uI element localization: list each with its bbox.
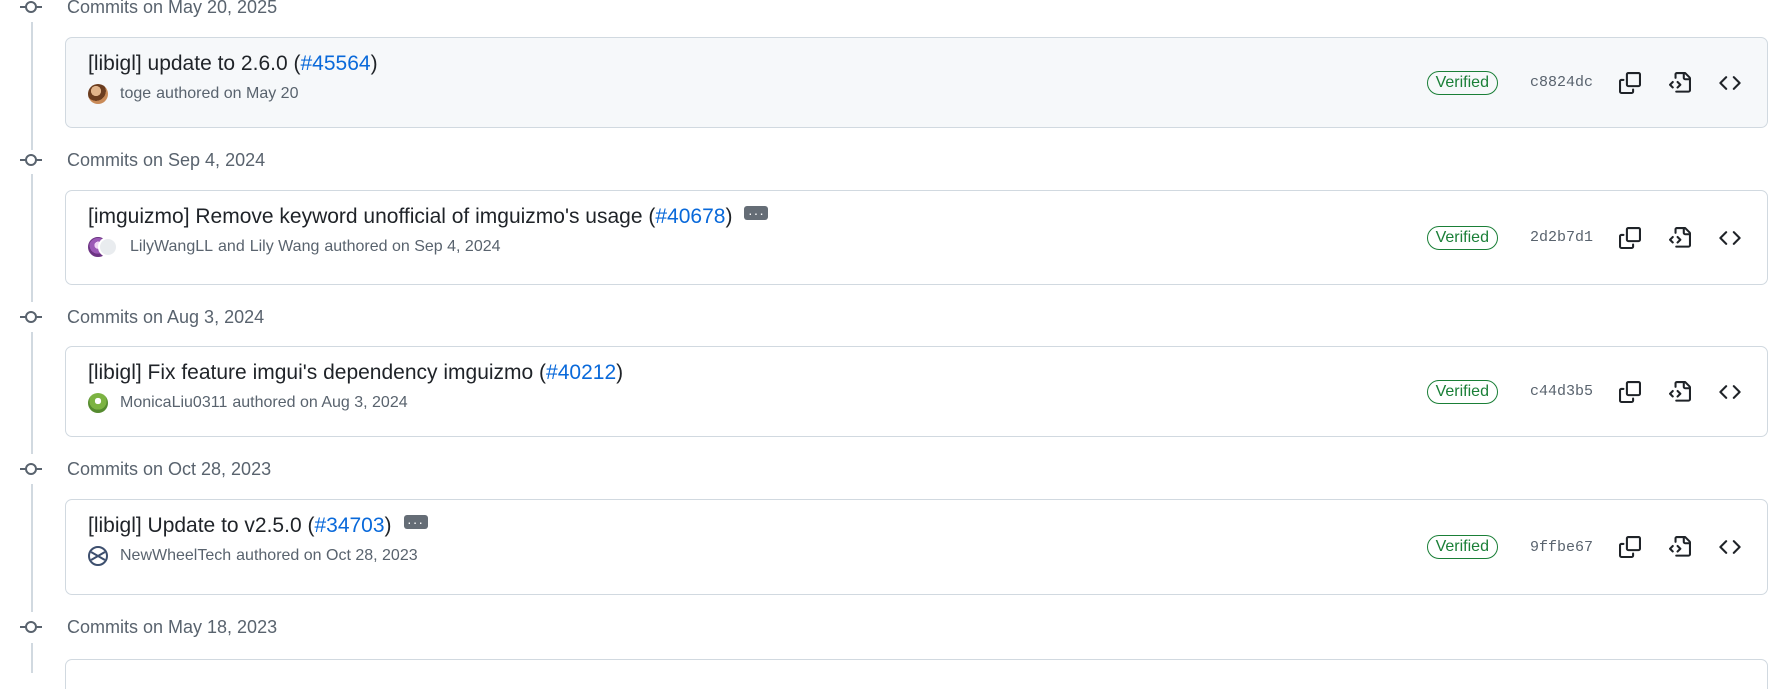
author-join-text: and: [218, 238, 245, 255]
view-file-at-commit-button[interactable]: [1663, 221, 1697, 255]
commit-sha-link[interactable]: 2d2b7d1: [1530, 229, 1593, 246]
copy-icon: [1619, 380, 1641, 403]
copy-icon: [1619, 536, 1641, 558]
timeline-line: [31, 332, 33, 454]
commit-sha-link[interactable]: 9ffbe67: [1530, 539, 1593, 556]
view-file-at-commit-button[interactable]: [1663, 530, 1697, 564]
verified-badge[interactable]: Verified: [1426, 535, 1498, 559]
author-link[interactable]: MonicaLiu0311: [120, 394, 227, 412]
git-commit-icon: [20, 461, 42, 477]
copy-icon: [1619, 226, 1641, 249]
commit-row[interactable]: [libigl] Fix feature imgui's dependency …: [65, 346, 1768, 437]
commit-sha-link[interactable]: c44d3b5: [1530, 383, 1593, 400]
pull-request-link[interactable]: #45564: [300, 52, 370, 75]
commit-group-header: Commits on Sep 4, 2024: [20, 148, 265, 172]
view-file-at-commit-button[interactable]: [1663, 375, 1697, 409]
timeline-line: [31, 22, 33, 150]
code-icon: [1719, 230, 1741, 245]
copy-sha-button[interactable]: [1613, 375, 1647, 409]
copy-sha-button[interactable]: [1613, 221, 1647, 255]
commit-meta-text: authored on Oct 28, 2023: [236, 547, 418, 564]
commit-group-header: Commits on May 18, 2023: [20, 615, 277, 639]
avatar[interactable]: [88, 546, 108, 566]
code-icon: [1719, 384, 1741, 399]
browse-repo-button[interactable]: [1713, 66, 1747, 100]
commit-row[interactable]: [imguizmo] Remove keyword unofficial of …: [65, 190, 1768, 285]
commit-group-header: Commits on Oct 28, 2023: [20, 457, 271, 481]
author-link[interactable]: LilyWangLL: [130, 238, 213, 256]
author-link[interactable]: Lily Wang: [250, 238, 320, 256]
view-file-at-commit-button[interactable]: [1663, 66, 1697, 100]
browse-repo-button[interactable]: [1713, 375, 1747, 409]
copy-icon: [1619, 71, 1641, 94]
commit-row[interactable]: [65, 659, 1768, 689]
expand-description-button[interactable]: ···: [403, 515, 428, 529]
author-link[interactable]: toge: [120, 85, 151, 103]
commit-row[interactable]: [libigl] Update to v2.5.0 (#34703) ··· N…: [65, 499, 1768, 595]
commit-meta-text: authored on May 20: [156, 85, 299, 102]
file-code-icon: [1669, 226, 1691, 248]
avatar[interactable]: [88, 84, 108, 104]
timeline-line: [31, 484, 33, 612]
git-commit-icon: [20, 0, 42, 15]
avatar[interactable]: [88, 393, 108, 413]
commit-timeline: Commits on May 20, 2025 [libigl] update …: [0, 0, 1791, 689]
author-link[interactable]: NewWheelTech: [120, 547, 231, 565]
browse-repo-button[interactable]: [1713, 221, 1747, 255]
verified-badge[interactable]: Verified: [1426, 70, 1498, 95]
copy-sha-button[interactable]: [1613, 530, 1647, 564]
avatar[interactable]: [98, 237, 118, 257]
expand-description-button[interactable]: ···: [744, 206, 769, 220]
verified-badge[interactable]: Verified: [1426, 379, 1498, 404]
commit-title[interactable]: [libigl] Fix feature imgui's dependency …: [88, 361, 623, 385]
group-date-title: Commits on May 20, 2025: [67, 0, 278, 17]
commit-row[interactable]: [libigl] update to 2.6.0 (#45564) toge a…: [65, 37, 1768, 128]
commit-group-header: Commits on Aug 3, 2024: [20, 305, 264, 329]
group-date-title: Commits on Aug 3, 2024: [67, 306, 265, 327]
verified-badge[interactable]: Verified: [1426, 225, 1498, 250]
copy-sha-button[interactable]: [1613, 66, 1647, 100]
git-commit-icon: [20, 309, 42, 325]
group-date-title: Commits on Sep 4, 2024: [67, 149, 266, 170]
file-code-icon: [1669, 536, 1691, 557]
git-commit-icon: [20, 619, 42, 635]
pull-request-link[interactable]: #40212: [546, 361, 616, 384]
pull-request-link[interactable]: #40678: [655, 205, 725, 228]
commit-title[interactable]: [libigl] Update to v2.5.0 (#34703): [88, 514, 392, 538]
commit-meta-text: authored on Aug 3, 2024: [232, 394, 408, 411]
commit-group-header: Commits on May 20, 2025: [20, 0, 277, 19]
pull-request-link[interactable]: #34703: [314, 514, 384, 537]
browse-repo-button[interactable]: [1713, 530, 1747, 564]
file-code-icon: [1669, 71, 1691, 93]
commit-title[interactable]: [imguizmo] Remove keyword unofficial of …: [88, 205, 732, 229]
timeline-line: [31, 174, 33, 302]
commit-meta-text: authored on Sep 4, 2024: [324, 238, 501, 255]
group-date-title: Commits on Oct 28, 2023: [67, 458, 272, 479]
commit-title[interactable]: [libigl] update to 2.6.0 (#45564): [88, 52, 378, 76]
group-date-title: Commits on May 18, 2023: [67, 616, 278, 637]
code-icon: [1719, 540, 1741, 554]
commit-sha-link[interactable]: c8824dc: [1530, 74, 1593, 91]
avatar-stack: [88, 237, 118, 257]
timeline-line: [31, 643, 33, 673]
file-code-icon: [1669, 380, 1691, 402]
code-icon: [1719, 75, 1741, 90]
git-commit-icon: [20, 152, 42, 168]
